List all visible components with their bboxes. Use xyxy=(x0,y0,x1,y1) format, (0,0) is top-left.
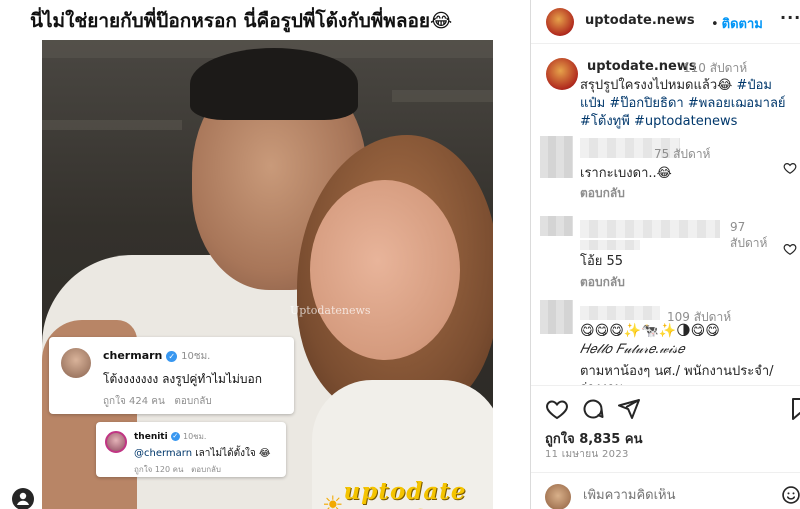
blurred-text xyxy=(580,240,640,250)
background-beam xyxy=(392,90,493,102)
hashtag-link[interactable]: #ป๊อกปิยธิดา xyxy=(609,96,683,111)
avatar xyxy=(61,348,91,378)
avatar[interactable] xyxy=(546,58,578,90)
overlay-comment-chermarn: chermarn ✓ 10ชม. โต้งงงงงงง ลงรูปคู่ทำไม… xyxy=(49,337,294,414)
blurred-avatar xyxy=(540,216,573,236)
blurred-username xyxy=(580,306,660,320)
comment-time: 97 สัปดาห์ xyxy=(730,220,768,250)
overlay-comment-text: โต้งงงงงงง ลงรูปคู่ทำไมไม่บอก xyxy=(103,372,262,386)
follow-button[interactable]: • ติดตาม xyxy=(711,13,763,34)
caption-time: 110 สัปดาห์ xyxy=(683,61,748,75)
hashtag-link[interactable]: #โต้งทูพี xyxy=(580,114,630,129)
divider xyxy=(531,385,800,386)
media-headline: นี่ไม่ใช่ยายกับพี่ป๊อกหรอก นี่คือรูปพี่โ… xyxy=(30,10,453,32)
caption-text: สรุปรูปใครงงไปหมดแล้ว😂 #ป๋อมแป๋ม #ป๊อกปิ… xyxy=(580,78,786,129)
comment-icon[interactable] xyxy=(581,397,605,421)
divider xyxy=(531,472,800,473)
more-icon[interactable]: ··· xyxy=(780,8,800,27)
comment-emojis: 😋😋😋✨🐄✨🌗😋😋 xyxy=(580,323,720,339)
reply-button[interactable]: ตอบกลับ xyxy=(580,184,625,203)
heart-icon[interactable] xyxy=(783,161,797,175)
comment-bio: 𝐻𝑒𝓁𝓁𝑜 𝐹𝓊𝓉𝓊𝓇𝑒.𝓌𝒾𝓈𝑒 xyxy=(580,342,685,357)
verified-icon: ✓ xyxy=(170,432,180,441)
hashtag-link[interactable]: #uptodatenews xyxy=(634,114,737,129)
background-beam xyxy=(42,120,182,130)
brand-logo: ☀ uptodate NEWS xyxy=(322,478,530,509)
post-sidebar: uptodate.news • ติดตาม ··· uptodate.news … xyxy=(530,0,800,509)
comment-input[interactable] xyxy=(583,488,773,503)
overlay-comment-theniti: theniti ✓ 10ชม. @chermarn เลาไม่ได้ตั้งใ… xyxy=(96,422,286,477)
header-username[interactable]: uptodate.news xyxy=(585,13,695,28)
comment-text: เรากะเบงดา..😂 xyxy=(580,166,672,181)
heart-icon[interactable] xyxy=(783,242,797,256)
comment-text: ว่างงาน xyxy=(580,377,623,385)
likes-count[interactable]: ถูกใจ 8,835 คน xyxy=(545,428,642,449)
share-icon[interactable] xyxy=(617,397,641,421)
woman-face xyxy=(310,180,460,360)
overlay-comment-meta: ถูกใจ 120 คน ตอบกลับ xyxy=(134,465,222,474)
man-hair xyxy=(190,48,358,120)
bookmark-icon[interactable] xyxy=(788,397,800,421)
user-tag-icon[interactable] xyxy=(12,488,34,509)
reply-button[interactable]: ตอบกลับ xyxy=(580,273,625,292)
hashtag-link[interactable]: #พลอยเฌอมาลย์ xyxy=(688,96,786,111)
avatar xyxy=(105,431,127,453)
overlay-comment-text: @chermarn เลาไม่ได้ตั้งใจ 😂 xyxy=(134,448,271,459)
avatar xyxy=(545,484,571,509)
heart-icon[interactable] xyxy=(545,397,569,421)
blurred-avatar xyxy=(540,300,573,334)
overlay-comment-user: theniti ✓ 10ชม. xyxy=(134,432,207,442)
photo-watermark: Uptodatenews xyxy=(290,304,371,317)
caption-username[interactable]: uptodate.news xyxy=(587,59,697,74)
emoji-icon[interactable] xyxy=(781,485,800,505)
comment-text: โอ้ย 55 xyxy=(580,254,624,269)
post-media: นี่ไม่ใช่ยายกับพี่ป๊อกหรอก นี่คือรูปพี่โ… xyxy=(0,0,530,509)
overlay-comment-user: chermarn ✓ 10ชม. xyxy=(103,349,211,362)
comments-list[interactable]: uptodate.news 110 สัปดาห์ สรุปรูปใครงงไป… xyxy=(531,44,800,385)
sun-icon: ☀ xyxy=(322,491,344,509)
verified-icon: ✓ xyxy=(166,350,178,362)
blurred-avatar xyxy=(540,136,573,178)
avatar[interactable] xyxy=(546,8,574,36)
overlay-comment-meta: ถูกใจ 424 คน ตอบกลับ xyxy=(103,396,212,407)
post-date: 11 เมษายน 2023 xyxy=(545,449,629,460)
blurred-username xyxy=(580,220,720,238)
